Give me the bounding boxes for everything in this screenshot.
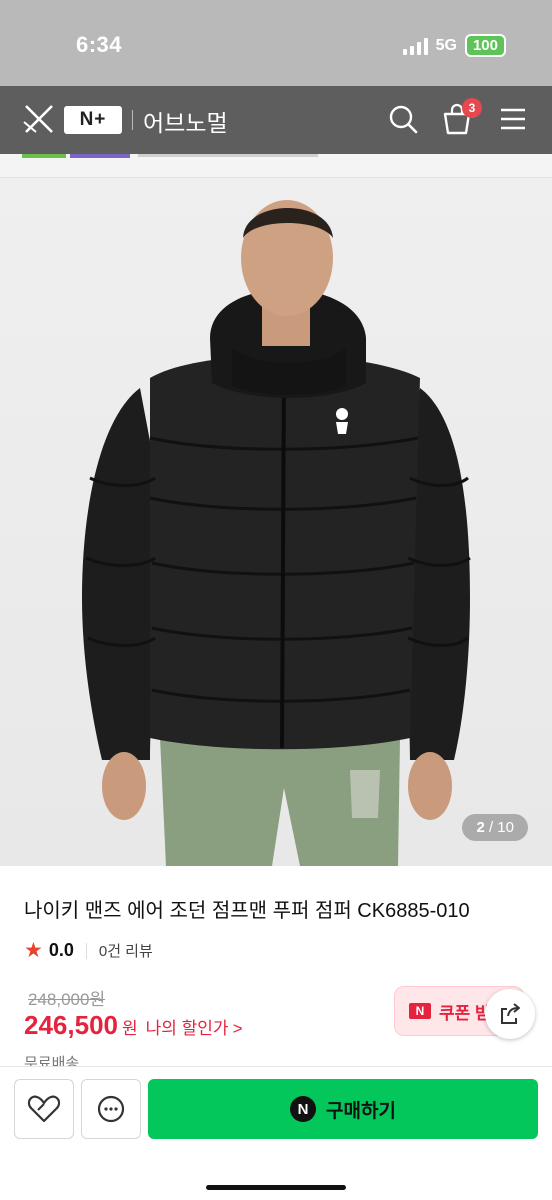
sub-navigation-strip <box>0 154 552 178</box>
status-time: 6:34 <box>76 32 123 57</box>
rating-value: 0.0 <box>48 940 74 960</box>
home-indicator[interactable] <box>206 1185 346 1190</box>
naver-pay-badge: N <box>290 1096 317 1122</box>
buy-button[interactable]: N 구매하기 <box>148 1079 538 1139</box>
search-icon[interactable] <box>388 104 418 134</box>
my-discount-link[interactable]: 나의 할인가 <box>146 1014 229 1039</box>
naver-coupon-badge: N <box>409 1003 431 1019</box>
sale-price: 246,500 <box>24 1010 118 1040</box>
product-photo <box>82 200 471 866</box>
bottom-action-bar: N 구매하기 <box>0 1066 552 1200</box>
menu-icon[interactable] <box>499 106 527 132</box>
strip-mark-text <box>138 154 318 157</box>
product-image[interactable]: 2 / 10 <box>0 178 552 866</box>
signal-icon <box>402 37 428 55</box>
strip-mark-green <box>22 154 66 158</box>
heart-icon <box>27 1095 61 1123</box>
app-header: N+ 어브노멀 3 <box>0 86 552 154</box>
naver-plus-badge[interactable]: N+ <box>64 106 122 134</box>
image-current: 2 <box>476 819 485 836</box>
review-count[interactable]: 0건 리뷰 <box>99 940 153 961</box>
chat-icon <box>97 1095 125 1123</box>
chevron-right-icon: > <box>232 1019 243 1038</box>
strip-mark-purple <box>70 154 130 158</box>
battery-indicator: 100 <box>464 34 506 57</box>
header-divider <box>132 110 133 130</box>
buy-label: 구매하기 <box>326 1100 396 1122</box>
network-label: 5G <box>435 36 457 54</box>
cart-count-badge: 3 <box>462 98 482 118</box>
store-title[interactable]: 어브노멀 <box>143 104 228 138</box>
sale-price-row[interactable]: 246,500 원 나의 할인가 > <box>24 1010 243 1041</box>
star-icon: ★ <box>24 939 43 962</box>
share-button[interactable] <box>485 989 535 1039</box>
rating-row[interactable]: ★ 0.0 0건 리뷰 <box>24 938 153 963</box>
currency-label: 원 <box>121 1019 138 1038</box>
share-icon <box>501 1003 520 1024</box>
wishlist-button[interactable] <box>14 1079 74 1139</box>
image-counter: 2 / 10 <box>462 814 528 841</box>
image-total: / 10 <box>488 819 514 836</box>
close-icon[interactable] <box>22 102 56 136</box>
status-indicators: 5G 100 <box>402 34 506 57</box>
talk-talk-button[interactable] <box>81 1079 141 1139</box>
status-bar: 6:34 5G 100 <box>0 0 552 86</box>
rating-divider <box>85 942 87 959</box>
original-price: 248,000원 <box>28 990 106 1009</box>
product-title: 나이키 맨즈 에어 조던 점프맨 푸퍼 점퍼 CK6885-010 <box>24 900 470 922</box>
